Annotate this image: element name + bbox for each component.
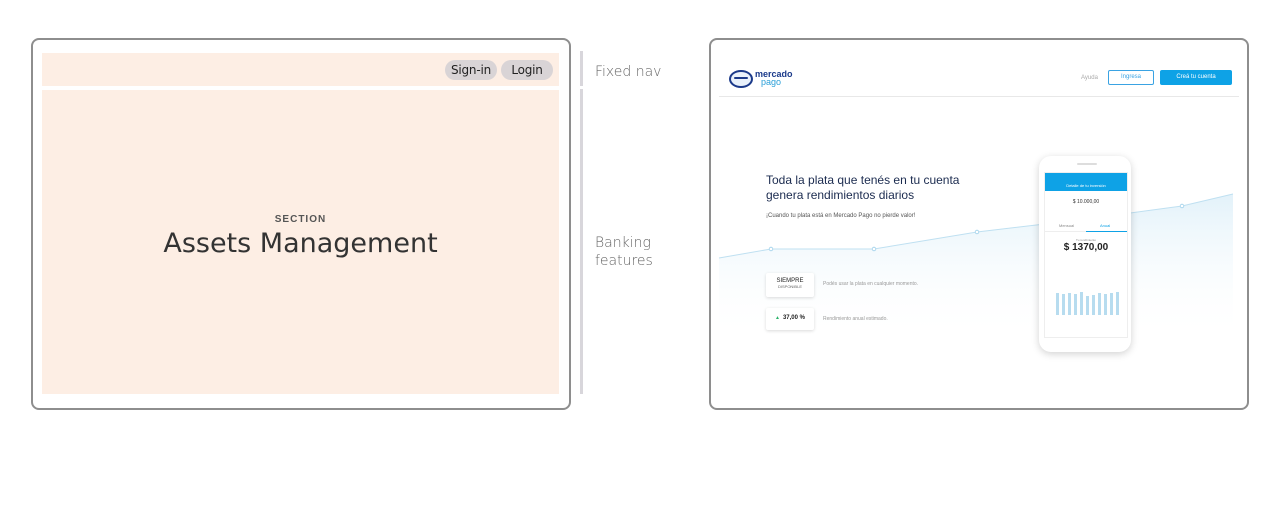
phone-tabs: Mensual Anual: [1045, 223, 1127, 232]
fixed-nav-bracket: [580, 51, 583, 86]
phone-investment-amount: $ 10.000,00: [1072, 199, 1100, 205]
hero-headline: Toda la plata que tenés en tu cuenta gen…: [766, 173, 960, 202]
ingresa-button[interactable]: Ingresa: [1108, 70, 1154, 85]
up-arrow-icon: ▲: [775, 315, 780, 321]
mercado-pago-mockup: mercado pago Ayuda Ingresa Creá tu cuent…: [709, 38, 1249, 410]
wireframe-panel: Sign-in Login SECTION Assets Management: [31, 38, 571, 410]
feature-2-title: 37,00 %: [782, 315, 805, 321]
phone-app-bar: Detalle de tu inversión: [1045, 173, 1127, 191]
phone-bar-chart: [1056, 292, 1119, 315]
feature-1-description: Podés usar la plata en cualquier momento…: [823, 281, 919, 287]
earnings-value: $ 1370,00: [1063, 242, 1109, 253]
feature-1-subtitle: DISPONIBLE: [777, 284, 802, 289]
phone-screen: Detalle de tu inversión $ 10.000,00 Mens…: [1044, 172, 1128, 338]
banking-features-label: Banking features: [595, 235, 653, 269]
hero-subheadline: ¡Cuando tu plata está en Mercado Pago no…: [766, 213, 916, 219]
tab-indicator: [1086, 231, 1127, 232]
help-link[interactable]: Ayuda: [1081, 75, 1098, 81]
create-account-button[interactable]: Creá tu cuenta: [1160, 70, 1232, 85]
wireframe-fixed-nav: Sign-in Login: [42, 53, 559, 86]
tab-monthly[interactable]: Mensual: [1059, 223, 1074, 228]
phone-mockup: Detalle de tu inversión $ 10.000,00 Mens…: [1039, 156, 1131, 352]
feature-2-description: Rendimiento anual estimado.: [823, 316, 888, 322]
feature-card-available: SIEMPRE DISPONIBLE: [766, 273, 814, 297]
banking-features-bracket: [580, 89, 583, 394]
handshake-logo-icon: [729, 70, 753, 88]
feature-card-rate: ▲ 37,00 %: [766, 308, 814, 330]
wireframe-section: SECTION Assets Management: [42, 90, 559, 394]
mercado-pago-logo[interactable]: mercado pago: [755, 70, 793, 87]
section-eyebrow: SECTION: [274, 214, 327, 225]
login-button[interactable]: Login: [501, 60, 553, 80]
mockup-header: mercado pago Ayuda Ingresa Creá tu cuent…: [719, 58, 1239, 97]
fixed-nav-label: Fixed nav: [595, 64, 662, 80]
sign-in-button[interactable]: Sign-in: [445, 60, 497, 80]
tab-annual[interactable]: Anual: [1100, 223, 1110, 228]
section-title: Assets Management: [163, 228, 438, 259]
phone-speaker: [1077, 163, 1097, 165]
logo-line-2: pago: [761, 77, 782, 87]
